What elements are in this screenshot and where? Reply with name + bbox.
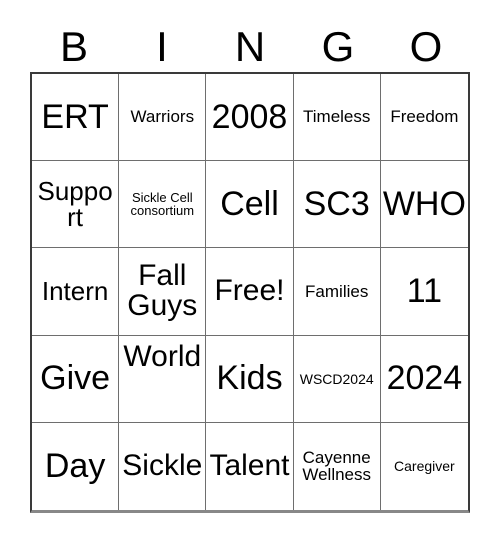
bingo-cell-label: Freedom bbox=[390, 107, 459, 127]
bingo-cell[interactable]: Families bbox=[293, 248, 381, 336]
bingo-cell[interactable]: Freedom bbox=[380, 74, 468, 162]
bingo-cell[interactable]: World bbox=[119, 335, 207, 423]
bingo-cell-label: SC3 bbox=[303, 184, 370, 223]
header-letter-text: O bbox=[409, 23, 443, 70]
bingo-cell-label: 2024 bbox=[386, 359, 463, 398]
bingo-cell-label: Sickle bbox=[122, 449, 203, 483]
bingo-cell-label: Free! bbox=[214, 274, 285, 308]
bingo-header-letter-b: B bbox=[30, 22, 118, 72]
bingo-cell-label: Talent bbox=[209, 449, 290, 483]
bingo-header-letter-i: I bbox=[118, 22, 206, 72]
header-letter-text: I bbox=[156, 23, 168, 70]
bingo-cell-label: Intern bbox=[41, 276, 109, 307]
bingo-cell[interactable]: Day bbox=[32, 422, 120, 510]
bingo-cell[interactable]: Talent bbox=[206, 422, 294, 510]
bingo-cell[interactable]: Warriors bbox=[119, 74, 207, 162]
bingo-cell[interactable]: Support bbox=[32, 161, 120, 249]
bingo-cell[interactable]: WHO bbox=[380, 161, 468, 249]
bingo-cell-label: Fall Guys bbox=[127, 258, 198, 323]
bingo-cell-label: Sickle Cell consortium bbox=[130, 190, 195, 219]
bingo-cell[interactable]: Cayenne Wellness bbox=[293, 422, 381, 510]
bingo-cell-label: Warriors bbox=[130, 107, 195, 127]
bingo-cell[interactable]: 2008 bbox=[206, 74, 294, 162]
bingo-cell-label: Give bbox=[40, 359, 111, 398]
bingo-cell-label: Cell bbox=[220, 184, 279, 223]
bingo-cell[interactable]: Timeless bbox=[293, 74, 381, 162]
bingo-cell-label: Day bbox=[44, 447, 106, 486]
bingo-cell[interactable]: ERT bbox=[32, 74, 120, 162]
header-letter-text: G bbox=[321, 23, 355, 70]
bingo-cell-label: Support bbox=[37, 175, 113, 233]
bingo-grid: ERT Warriors 2008 Timeless Freedom Support Sic… bbox=[30, 72, 470, 513]
bingo-cell[interactable]: Intern bbox=[32, 248, 120, 336]
bingo-header-letter-n: N bbox=[206, 22, 294, 72]
bingo-cell[interactable]: SC3 bbox=[293, 161, 381, 249]
bingo-cell-label: Cayenne Wellness bbox=[302, 448, 372, 485]
bingo-header-letter-o: O bbox=[382, 22, 470, 72]
bingo-cell[interactable]: Caregiver bbox=[380, 422, 468, 510]
bingo-cell[interactable]: Sickle Cell consortium bbox=[119, 161, 207, 249]
bingo-cell[interactable]: 2024 bbox=[380, 335, 468, 423]
bingo-card: B I N G O ERT Warriors 2008 Timeless Freedom… bbox=[0, 0, 500, 544]
bingo-cell[interactable]: Give bbox=[32, 335, 120, 423]
bingo-cell-label: Kids bbox=[216, 359, 283, 398]
bingo-cell[interactable]: Kids bbox=[206, 335, 294, 423]
bingo-cell[interactable]: Sickle bbox=[119, 422, 207, 510]
bingo-cell-label: 2008 bbox=[211, 97, 288, 136]
bingo-cell[interactable]: Cell bbox=[206, 161, 294, 249]
bingo-cell[interactable]: Free! bbox=[206, 248, 294, 336]
bingo-cell-label: WHO bbox=[382, 184, 466, 223]
bingo-cell-label: ERT bbox=[41, 97, 109, 136]
header-letter-text: N bbox=[234, 23, 266, 70]
bingo-cell-label: Timeless bbox=[303, 107, 371, 127]
bingo-cell[interactable]: WSCD2024 bbox=[293, 335, 381, 423]
bingo-cell-label: 11 bbox=[406, 272, 443, 311]
bingo-cell-label: Families bbox=[305, 281, 369, 301]
bingo-cell-label: WSCD2024 bbox=[299, 370, 374, 387]
bingo-cell-label: Caregiver bbox=[394, 458, 455, 475]
header-letter-text: B bbox=[59, 23, 88, 70]
bingo-cell-label: World bbox=[123, 339, 202, 373]
bingo-header-row: B I N G O bbox=[30, 22, 470, 72]
bingo-header-letter-g: G bbox=[294, 22, 382, 72]
bingo-cell[interactable]: 11 bbox=[380, 248, 468, 336]
bingo-cell[interactable]: Fall Guys bbox=[119, 248, 207, 336]
